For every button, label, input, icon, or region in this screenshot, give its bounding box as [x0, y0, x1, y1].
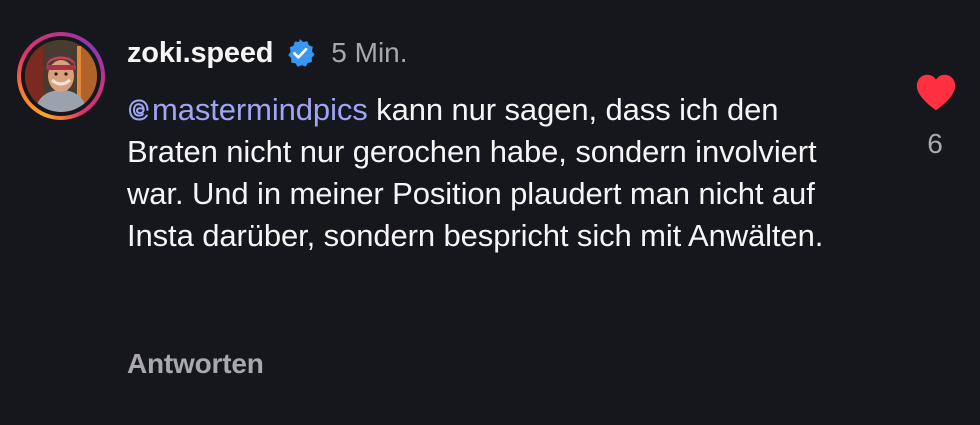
avatar-image	[25, 40, 97, 112]
comment-header: zoki.speed 5 Min.	[127, 34, 408, 72]
heart-filled-icon	[916, 74, 956, 111]
timestamp: 5 Min.	[331, 37, 408, 68]
like-count: 6	[927, 128, 943, 159]
threads-at-icon	[127, 91, 151, 121]
verified-badge-icon	[285, 38, 315, 68]
mention-username: mastermindpics	[152, 92, 368, 127]
mention-link[interactable]: mastermindpics	[127, 92, 368, 127]
reply-button[interactable]: Antworten	[127, 348, 264, 380]
comment-text: mastermindpics kann nur sagen, dass ich …	[127, 89, 847, 257]
avatar-photo	[25, 40, 97, 112]
comment: zoki.speed 5 Min. mastermindpics kann nu…	[0, 0, 980, 425]
like-button[interactable]	[913, 70, 959, 116]
username[interactable]: zoki.speed	[127, 37, 273, 70]
avatar[interactable]	[17, 32, 105, 120]
